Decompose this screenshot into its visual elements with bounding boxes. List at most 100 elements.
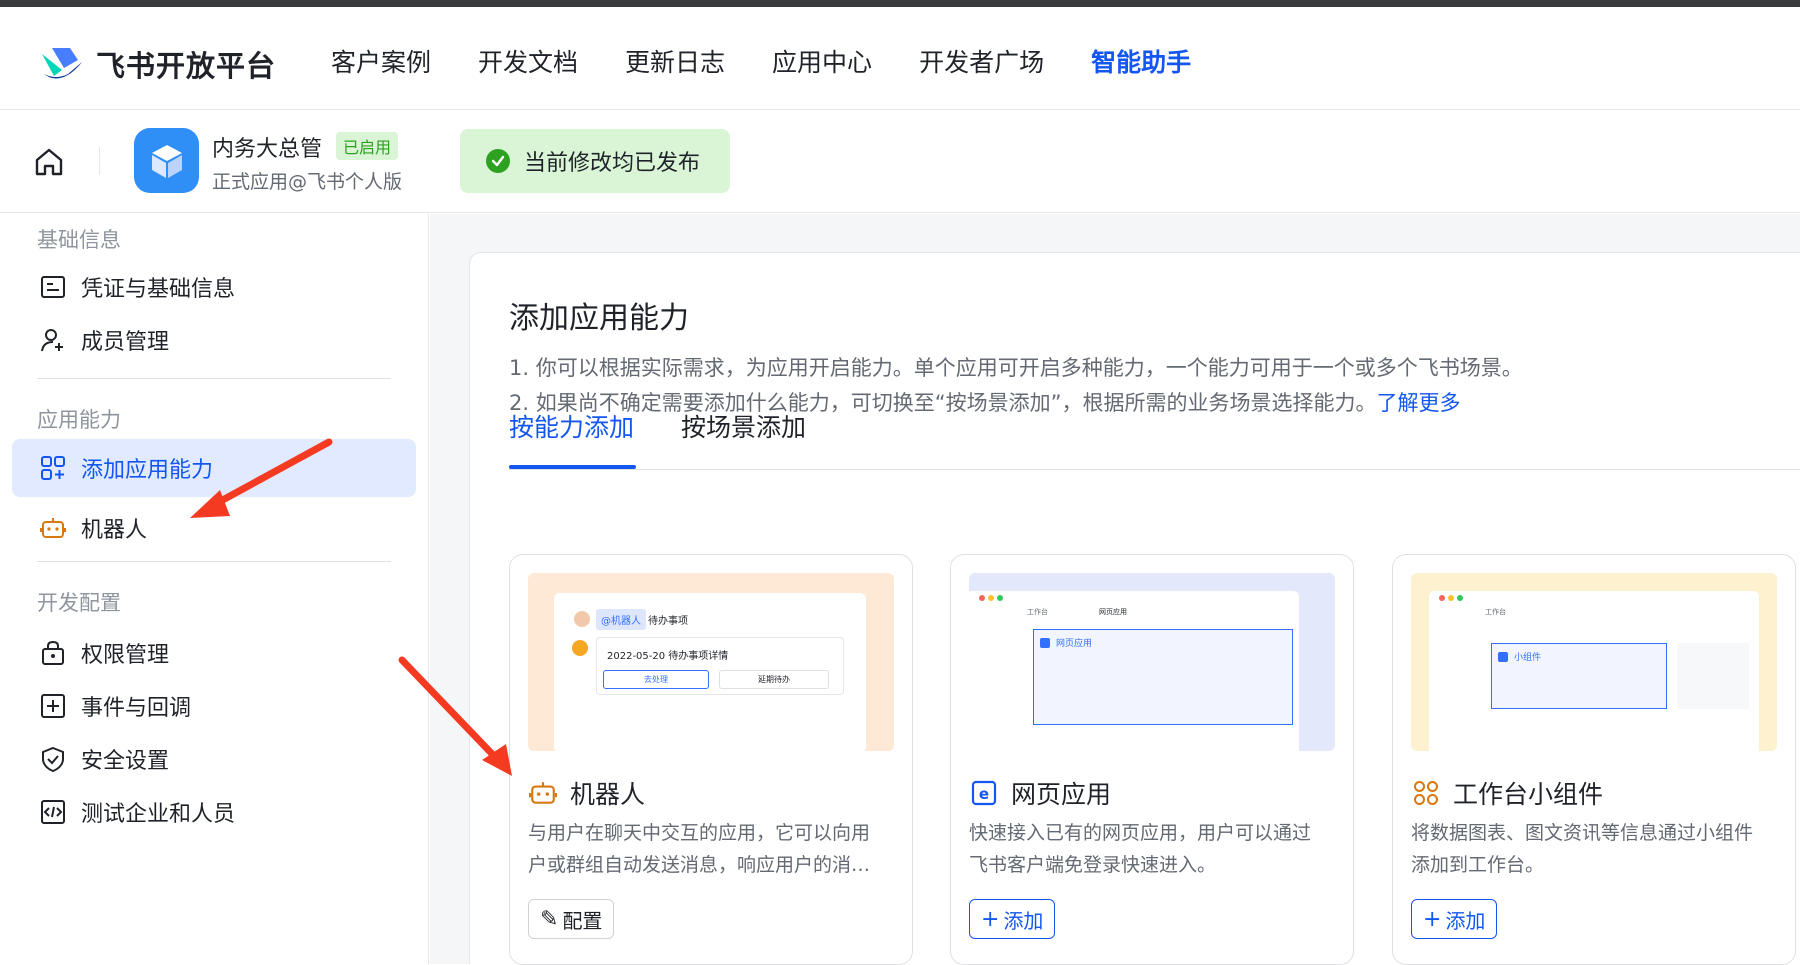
sidebar-item-add-capability[interactable]: 添加应用能力 <box>12 439 416 497</box>
card-description: 快速接入已有的网页应用，用户可以通过飞书客户端免登录快速进入。 <box>969 822 1312 876</box>
preview-label: 小组件 <box>1514 653 1542 663</box>
section-title-basic: 基础信息 <box>37 228 121 252</box>
sidebar-item-label: 测试企业和人员 <box>81 802 236 827</box>
configure-button[interactable]: ✎ 配置 <box>528 899 615 939</box>
sidebar-item-label: 安全设置 <box>81 749 170 774</box>
sidebar-item-test-org[interactable]: 测试企业和人员 <box>12 783 416 841</box>
sidebar-item-permissions[interactable]: 权限管理 <box>12 624 416 682</box>
preview-widget-icon <box>1498 652 1508 662</box>
nav-smart-assistant[interactable]: 智能助手 <box>1091 43 1191 79</box>
robot-preview-image: @机器人 待办事项 2022-05-20 待办事项详情 去处理 延期待办 <box>528 573 894 751</box>
tab-by-capability[interactable]: 按能力添加 <box>509 408 634 444</box>
logo[interactable]: 飞书开放平台 <box>38 43 276 85</box>
code-icon <box>39 798 67 826</box>
credential-icon <box>39 273 67 301</box>
nav-app-center[interactable]: 应用中心 <box>772 43 872 79</box>
section-title-capabilities: 应用能力 <box>37 408 121 432</box>
card-title-text: 机器人 <box>570 780 646 809</box>
add-capability-icon <box>39 454 67 482</box>
preview-app-window: 工作台 网页应用 网页应用 <box>969 591 1299 751</box>
section-title-dev-config: 开发配置 <box>37 591 121 615</box>
robot-icon <box>528 778 558 808</box>
plus-icon: + <box>981 906 1000 932</box>
capability-card-widget: 工作台 小组件 工作台小组件 将数据图表、图文资讯等信息通过小组件添加到工作台。… <box>1392 554 1796 965</box>
description-line-1: 1. 你可以根据实际需求，为应用开启能力。单个应用可开启多种能力，一个能力可用于… <box>509 356 1523 380</box>
window-dot <box>997 595 1003 601</box>
card-title: 机器人 <box>528 775 645 811</box>
main-nav: 客户案例 开发文档 更新日志 应用中心 开发者广场 智能助手 <box>331 43 1238 79</box>
window-dot <box>1439 595 1445 601</box>
card-description: 与用户在聊天中交互的应用，它可以向用户或群组自动发送消息，响应用户的消… <box>528 822 871 876</box>
card-title: 工作台小组件 <box>1411 775 1603 811</box>
tab-by-scenario[interactable]: 按场景添加 <box>681 408 806 444</box>
widget-icon <box>1411 778 1441 808</box>
home-icon[interactable] <box>32 145 66 179</box>
card-title: e 网页应用 <box>969 775 1111 811</box>
cube-icon <box>151 144 182 178</box>
nav-developer-plaza[interactable]: 开发者广场 <box>919 43 1044 79</box>
capability-panel: 添加应用能力 1. 你可以根据实际需求，为应用开启能力。单个应用可开启多种能力，… <box>469 252 1800 965</box>
app-subtitle: 正式应用@飞书个人版 <box>212 171 403 193</box>
button-label: 添加 <box>1003 908 1044 933</box>
sidebar-item-members[interactable]: 成员管理 <box>12 311 416 369</box>
preview-postpone-button: 延期待办 <box>719 670 829 689</box>
top-navbar: 飞书开放平台 客户案例 开发文档 更新日志 应用中心 开发者广场 智能助手 <box>0 7 1800 110</box>
app-avatar <box>134 128 199 193</box>
sidebar-item-events[interactable]: 事件与回调 <box>12 677 416 735</box>
publish-status-toast: 当前修改均已发布 <box>460 129 730 193</box>
button-label: 添加 <box>1445 908 1486 933</box>
preview-label: 网页应用 <box>1056 639 1093 649</box>
app-bar: 内务大总管 已启用 正式应用@飞书个人版 当前修改均已发布 <box>0 111 1800 213</box>
sidebar-item-label: 事件与回调 <box>81 696 192 721</box>
add-widget-button[interactable]: + 添加 <box>1411 899 1498 939</box>
button-label: 配置 <box>562 908 603 933</box>
sidebar-item-label: 凭证与基础信息 <box>81 277 236 302</box>
svg-text:e: e <box>979 785 989 803</box>
preview-mention: @机器人 <box>596 609 646 630</box>
preview-app-window: 工作台 小组件 <box>1429 591 1759 751</box>
shield-icon <box>39 745 67 773</box>
window-top-strip <box>0 0 1800 7</box>
lock-icon <box>39 639 67 667</box>
avatar <box>574 611 590 627</box>
add-web-app-button[interactable]: + 添加 <box>969 899 1056 939</box>
card-description: 将数据图表、图文资讯等信息通过小组件添加到工作台。 <box>1411 822 1754 876</box>
check-circle-icon <box>486 149 510 173</box>
nav-changelog[interactable]: 更新日志 <box>625 43 725 79</box>
feishu-logo-icon <box>42 48 82 79</box>
sidebar-item-label: 添加应用能力 <box>81 458 214 483</box>
edit-icon: ✎ <box>540 906 559 932</box>
window-dot <box>988 595 994 601</box>
preview-placeholder <box>1677 643 1749 709</box>
preview-card-title: 2022-05-20 待办事项详情 <box>607 651 729 662</box>
sidebar-item-security[interactable]: 安全设置 <box>12 730 416 788</box>
window-dot <box>979 595 985 601</box>
preview-app-icon <box>1040 638 1050 648</box>
widget-preview-image: 工作台 小组件 <box>1411 573 1777 751</box>
app-name: 内务大总管 <box>212 137 323 162</box>
sidebar-item-credentials[interactable]: 凭证与基础信息 <box>12 258 416 316</box>
preview-widget: 小组件 <box>1491 643 1667 709</box>
nav-customer-cases[interactable]: 客户案例 <box>331 43 431 79</box>
nav-dev-docs[interactable]: 开发文档 <box>478 43 578 79</box>
preview-message-card: 2022-05-20 待办事项详情 去处理 延期待办 <box>596 637 844 695</box>
member-icon <box>39 326 67 354</box>
sidebar-item-label: 成员管理 <box>81 330 170 355</box>
preview-tab: 工作台 <box>1027 608 1048 616</box>
logo-text: 飞书开放平台 <box>96 49 277 83</box>
sidebar-item-label: 权限管理 <box>81 643 170 668</box>
tab-bar: 按能力添加 按场景添加 <box>509 408 1800 470</box>
preview-tab: 工作台 <box>1485 608 1506 616</box>
active-tab-indicator <box>509 465 636 469</box>
sidebar-item-label: 机器人 <box>81 518 148 543</box>
preview-webview: 网页应用 <box>1033 629 1293 725</box>
robot-icon <box>39 514 67 542</box>
web-app-preview-image: 工作台 网页应用 网页应用 <box>969 573 1335 751</box>
status-badge: 已启用 <box>336 132 399 160</box>
sidebar: 基础信息 凭证与基础信息 成员管理 应用能力 添加应用能力 机器人 开发配置 权… <box>0 214 429 964</box>
card-title-text: 网页应用 <box>1011 780 1112 809</box>
event-icon <box>39 692 67 720</box>
card-title-text: 工作台小组件 <box>1453 780 1604 809</box>
sidebar-item-robot[interactable]: 机器人 <box>12 499 416 557</box>
sidebar-divider <box>37 378 391 379</box>
